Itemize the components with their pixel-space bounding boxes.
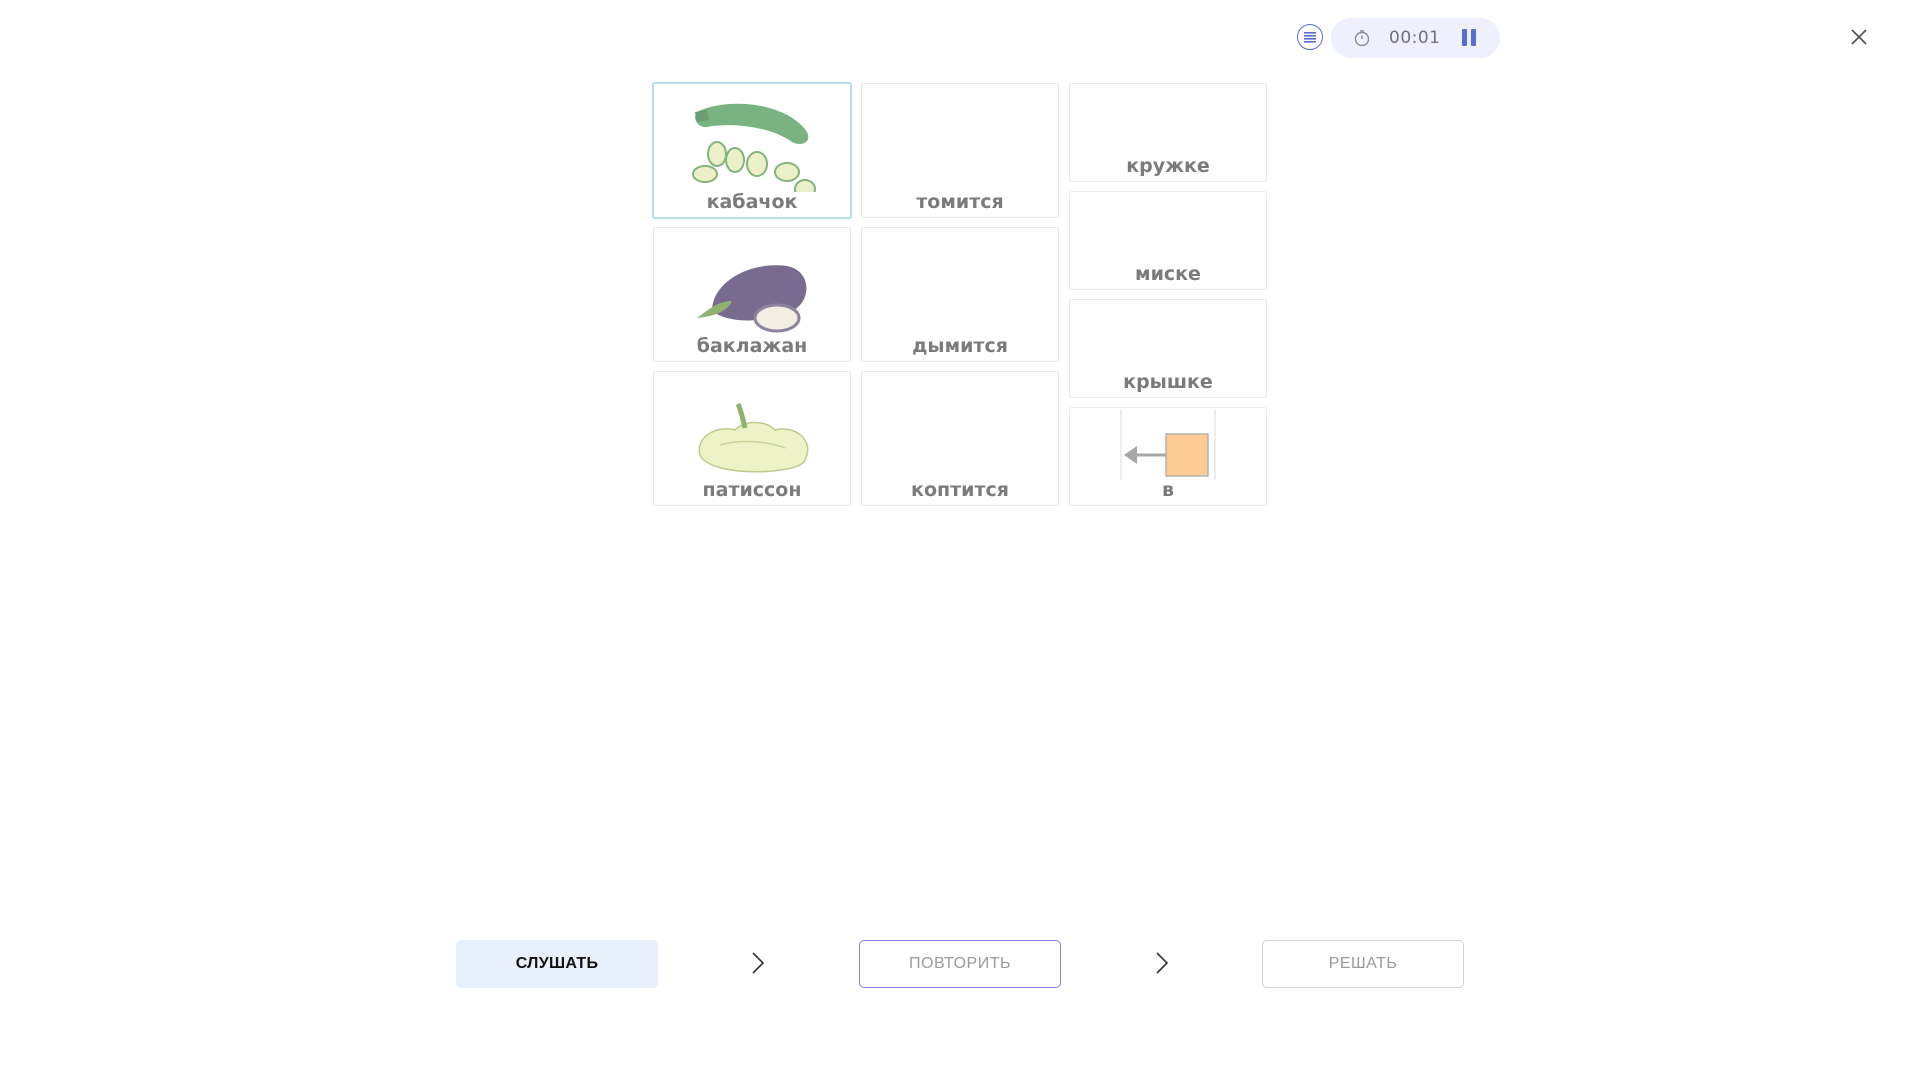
zucchini-image [654,92,850,192]
pattypan-squash-image [654,400,850,480]
card-word[interactable]: дымится [861,227,1059,362]
card-word[interactable]: кружке [1069,83,1267,182]
card-label: крышке [1123,371,1213,393]
card-label: томится [916,191,1004,213]
card-label: кабачок [706,191,798,213]
close-icon[interactable] [1846,24,1872,50]
pause-icon [1462,29,1467,46]
pause-button[interactable] [1459,29,1479,47]
chevron-right-icon [752,952,765,974]
card-word[interactable]: томится [861,83,1059,218]
chevron-right-icon [1156,952,1169,974]
card-word[interactable]: коптится [861,371,1059,506]
listen-button[interactable]: СЛУШАТЬ [456,940,658,988]
card-zucchini[interactable]: кабачок [652,82,852,219]
arrow-into-box-image [1070,410,1266,480]
card-word[interactable]: крышке [1069,299,1267,398]
card-pattypan[interactable]: патиссон [653,371,851,506]
card-label: в [1161,479,1175,501]
card-label: баклажан [696,335,808,357]
timer-panel: 00:01 [1331,18,1500,58]
card-word[interactable]: миске [1069,191,1267,290]
menu-button[interactable] [1297,24,1323,50]
solve-button[interactable]: РЕШАТЬ [1262,940,1464,988]
card-preposition[interactable]: в [1069,407,1267,506]
card-label: коптится [911,479,1009,501]
eggplant-image [654,256,850,336]
card-label: дымится [912,335,1008,357]
card-label: кружке [1126,155,1210,177]
list-icon [1304,32,1316,43]
card-label: миске [1135,263,1201,285]
card-eggplant[interactable]: баклажан [653,227,851,362]
card-label: патиссон [702,479,802,501]
stopwatch-icon [1354,30,1370,47]
repeat-button[interactable]: ПОВТОРИТЬ [859,940,1061,988]
timer-value: 00:01 [1389,28,1441,48]
